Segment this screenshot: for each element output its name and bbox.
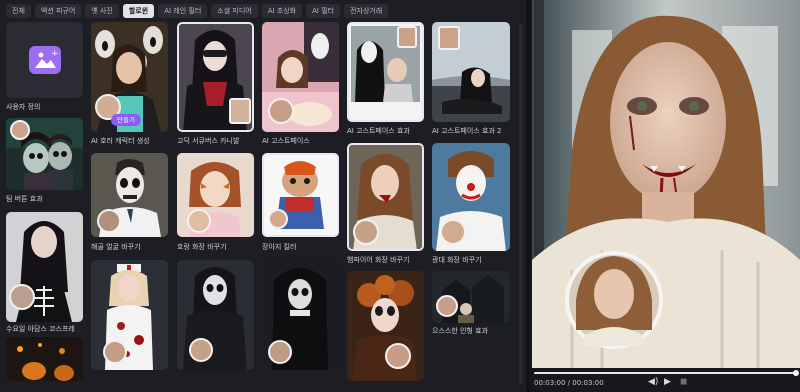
effect-card-nurse[interactable] xyxy=(91,260,168,370)
source-face-inset xyxy=(97,209,121,233)
effect-thumbnail: 만들기 xyxy=(91,22,168,132)
card-label: AI 고스트페이스 효과 2 xyxy=(432,127,502,135)
effect-thumbnail xyxy=(432,22,510,122)
preview-image xyxy=(532,0,800,368)
tab-ecommerce[interactable]: 전자상거래 xyxy=(344,4,389,18)
custom-tile[interactable]: + xyxy=(6,22,83,98)
source-face-inset xyxy=(436,295,458,317)
source-face-inset xyxy=(10,120,30,140)
source-face-inset xyxy=(189,338,213,362)
gallery-scrollbar[interactable] xyxy=(519,24,522,384)
card-label: 사용자 정의 xyxy=(6,103,41,111)
add-image-icon: + xyxy=(28,46,61,74)
effect-thumbnail xyxy=(177,22,254,132)
tab-halloween[interactable]: 할로윈 xyxy=(122,4,155,18)
effect-thumbnail xyxy=(6,118,83,190)
card-label: AI 고스트페이스 xyxy=(262,137,310,145)
progress-fill xyxy=(534,372,796,374)
create-button[interactable]: 만들기 xyxy=(111,114,141,126)
card-label: 광대 화장 바꾸기 xyxy=(432,256,482,264)
card-label: 해골 얼굴 바꾸기 xyxy=(91,243,141,251)
effect-gallery: 전체 액션 피규어 옛 사진 할로윈 AI 레인 필터 소셜 미디어 AI 초상… xyxy=(0,0,526,392)
effect-thumbnail xyxy=(91,260,168,370)
effect-card-ghostface-effect[interactable]: AI 고스트페이스 효과 xyxy=(347,22,424,138)
source-face-inset xyxy=(187,209,211,233)
effect-card-clown-makeup[interactable]: 광대 화장 바꾸기 xyxy=(432,143,510,267)
tab-ai-rain-filter[interactable]: AI 레인 필터 xyxy=(158,4,208,18)
effect-thumbnail xyxy=(347,22,424,122)
progress-bar[interactable] xyxy=(534,370,799,376)
effect-card-ghostface-effect-2[interactable]: AI 고스트페이스 효과 2 xyxy=(432,22,510,138)
card-label: 수요일 아담스 코스프레 xyxy=(6,325,75,333)
effect-thumbnail xyxy=(91,153,168,237)
effect-card-tiger-makeup[interactable]: 호랑 화장 바꾸기 xyxy=(177,153,254,254)
video-player-controls: 00:03:00 / 00:03:00 ◀) ▶ ◼ xyxy=(530,368,800,392)
play-icon[interactable]: ▶ xyxy=(664,378,671,387)
effect-card-ghostface[interactable]: AI 고스트페이스 xyxy=(262,22,339,148)
effect-thumbnail xyxy=(6,337,83,381)
tab-action-figure[interactable]: 액션 피규어 xyxy=(34,4,82,18)
category-tabs: 전체 액션 피규어 옛 사진 할로윈 AI 레인 필터 소셜 미디어 AI 초상… xyxy=(6,4,520,18)
card-label: 장아지 킬러 xyxy=(262,243,297,251)
time-display: 00:03:00 / 00:03:00 xyxy=(534,379,604,387)
source-face-inset xyxy=(268,98,294,124)
stop-icon[interactable]: ◼ xyxy=(680,378,687,387)
effect-card-wednesday[interactable]: 수요일 아담스 코스프레 xyxy=(6,212,83,336)
effect-thumbnail xyxy=(262,153,339,237)
effect-card-custom[interactable]: + 사용자 정의 xyxy=(6,22,83,114)
card-label: AI 고스트페이스 효과 xyxy=(347,127,410,135)
selection-outline xyxy=(262,153,339,237)
effect-thumbnail xyxy=(262,22,339,132)
effect-card-tim-burton[interactable]: 팀 버튼 효과 xyxy=(6,118,83,206)
effect-thumbnail xyxy=(262,260,339,370)
svg-text:+: + xyxy=(51,49,59,59)
tab-old-photo[interactable]: 옛 사진 xyxy=(85,4,119,18)
effect-card-skull-face[interactable]: 해골 얼굴 바꾸기 xyxy=(91,153,168,254)
source-face-inset xyxy=(385,343,411,369)
effect-thumbnail xyxy=(347,271,424,381)
selection-outline xyxy=(347,143,424,251)
effect-card-nun[interactable] xyxy=(262,260,339,370)
card-label: 고딕 서큐버스 카니발 xyxy=(177,137,240,145)
card-label: AI 호러 캐릭터 생성 xyxy=(91,137,150,145)
effect-thumbnail xyxy=(177,260,254,370)
tab-all[interactable]: 전체 xyxy=(6,4,31,18)
effect-thumbnail xyxy=(6,212,83,322)
effect-thumbnail xyxy=(177,153,254,237)
volume-icon[interactable]: ◀) xyxy=(648,378,658,387)
tab-ai-portrait[interactable]: AI 초상화 xyxy=(261,4,303,18)
effect-card-vampire-makeup[interactable]: 뱀파이어 화장 바꾸기 xyxy=(347,143,424,267)
effect-thumbnail xyxy=(432,271,510,323)
source-face-inset xyxy=(438,26,460,50)
card-label: 뱀파이어 화장 바꾸기 xyxy=(347,256,410,264)
source-face-inset xyxy=(440,219,466,245)
effect-card-eerie-doll[interactable]: 으스스한 인형 효과 xyxy=(432,271,510,338)
card-label: 팀 버튼 효과 xyxy=(6,195,43,203)
source-face-inset xyxy=(268,340,292,364)
effect-thumbnail xyxy=(347,143,424,251)
tab-social-media[interactable]: 소셜 미디어 xyxy=(211,4,258,18)
effect-card-horror-character[interactable]: 만들기 AI 호러 캐릭터 생성 xyxy=(91,22,168,148)
effect-thumbnail xyxy=(432,143,510,251)
card-label: 으스스한 인형 효과 xyxy=(432,327,488,335)
effect-card-halloween-doll[interactable] xyxy=(347,271,424,381)
preview-panel xyxy=(530,0,800,392)
selection-outline xyxy=(347,22,424,122)
source-face-inset xyxy=(9,284,35,310)
effect-card-skeleton-bride[interactable] xyxy=(177,260,254,370)
effect-card-gothic-carnival[interactable]: 고딕 서큐버스 카니발 xyxy=(177,22,254,148)
source-face-inset xyxy=(103,340,127,364)
progress-knob[interactable] xyxy=(793,370,799,376)
selection-outline xyxy=(177,22,254,132)
tab-ai-filter[interactable]: AI 필터 xyxy=(306,4,341,18)
effect-card-doll-killer[interactable]: 장아지 킬러 xyxy=(262,153,339,254)
effect-card-halloween-more[interactable] xyxy=(6,337,83,381)
card-label: 호랑 화장 바꾸기 xyxy=(177,243,227,251)
